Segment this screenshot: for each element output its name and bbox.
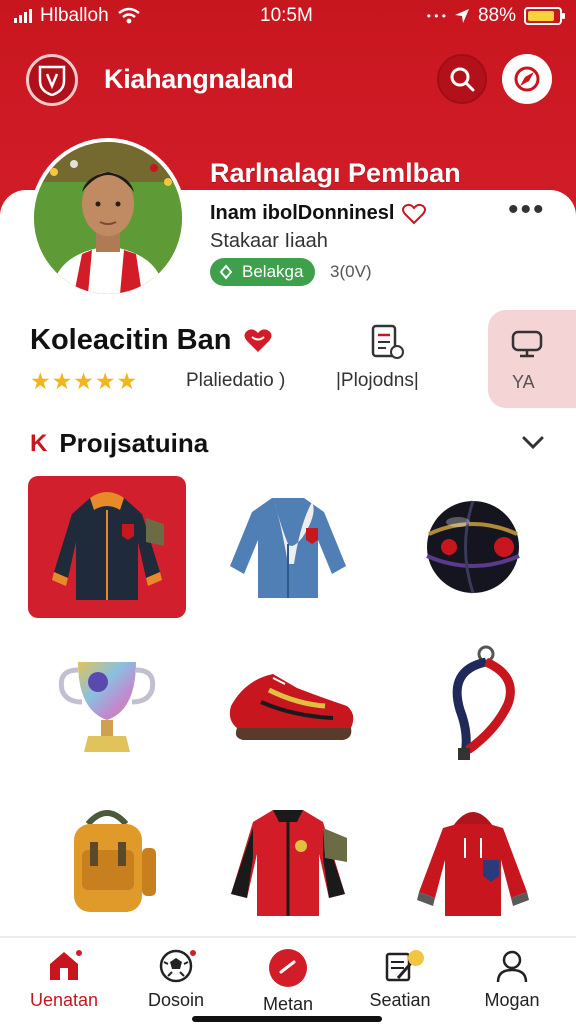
club-crest-icon[interactable] [26,54,78,106]
rating-stars: ★★★★★ [30,368,139,394]
nav-item-notes[interactable]: Seatian [350,948,450,1022]
heart-outline-icon[interactable] [402,203,427,225]
chevron-down-icon[interactable] [520,430,546,456]
wifi-icon [117,7,140,24]
nav-label-profile: Mogan [484,990,540,1010]
product-sneaker[interactable] [209,632,367,774]
nav-label-notes: Seatian [369,990,431,1010]
documents-label: |Plojodns| [336,370,419,391]
more-options-icon[interactable]: ••• [508,195,546,225]
app-bar: Kiahangnaland [0,52,576,108]
user-icon [496,950,528,983]
product-trophy[interactable] [28,632,186,774]
app-title: Kiahangnaland [104,64,294,94]
document-icon[interactable] [368,324,406,367]
search-button[interactable] [437,54,487,104]
carrier-name: Hlballoh [40,5,109,26]
profile-subtitle: Inam ibolDonninesl [210,202,427,225]
status-badge[interactable]: Belakga [210,258,316,286]
status-bar: Hlballoh 10:5M • • • 88% [0,0,576,34]
profile-name: Rarlnalagı Pemlban [210,158,461,188]
product-jacket-navy-orange[interactable] [28,476,186,618]
record-icon [269,949,307,987]
collection-title-text: Koleacitin Ban [30,324,232,356]
nav-label-football: Dosoin [147,990,205,1010]
product-jacket-red-black[interactable] [209,790,367,932]
product-lanyard[interactable] [394,632,552,774]
nav-item-home[interactable]: Uenatan [14,948,114,1022]
bottom-nav: Uenatan Dosoin Metan Seatian Mogan [0,936,576,1024]
side-tab-value: YA [512,372,535,392]
football-notification-dot [188,948,198,958]
recycle-icon [219,264,233,280]
nav-item-record[interactable]: Metan [238,948,338,1022]
product-ball[interactable] [394,476,552,618]
heart-icon[interactable] [243,328,273,354]
nav-label-home: Uenatan [29,990,99,1010]
product-hoodie[interactable] [394,790,552,932]
nav-label-record: Metan [262,994,314,1014]
home-indicator [192,1016,382,1022]
search-icon [450,67,475,92]
product-backpack[interactable] [28,790,186,932]
collection-title: Koleacitin Ban [30,324,273,357]
section-prefix: K [30,429,48,457]
compass-icon [514,66,540,92]
battery-percent: 88% [477,5,516,26]
battery-icon [524,7,565,25]
status-badge-label: Belakga [242,262,304,281]
compass-button[interactable] [502,54,552,104]
notes-badge [408,950,424,966]
rank-label: Plaliedatio ) [186,370,286,391]
section-title: Proıjsatuina [59,428,209,458]
tv-icon [511,330,543,358]
badge-count: 3(0V) [330,262,372,281]
profile-detail: Stakaar Iiaah [210,230,328,252]
profile-subtitle-text: Inam ibolDonninesl [210,202,395,224]
nav-item-football[interactable]: Dosoin [126,948,226,1022]
section-header: K Proıjsatuina [30,428,208,459]
location-arrow-icon [454,9,469,23]
product-denim-jacket[interactable] [209,476,367,618]
side-tab[interactable]: YA [488,310,576,408]
clock: 10:5M [260,5,313,26]
nav-item-profile[interactable]: Mogan [462,948,562,1022]
avatar[interactable] [30,138,186,298]
signal-icon [14,9,32,23]
sync-icon: • • • [426,9,446,23]
home-notification-dot [74,948,84,958]
